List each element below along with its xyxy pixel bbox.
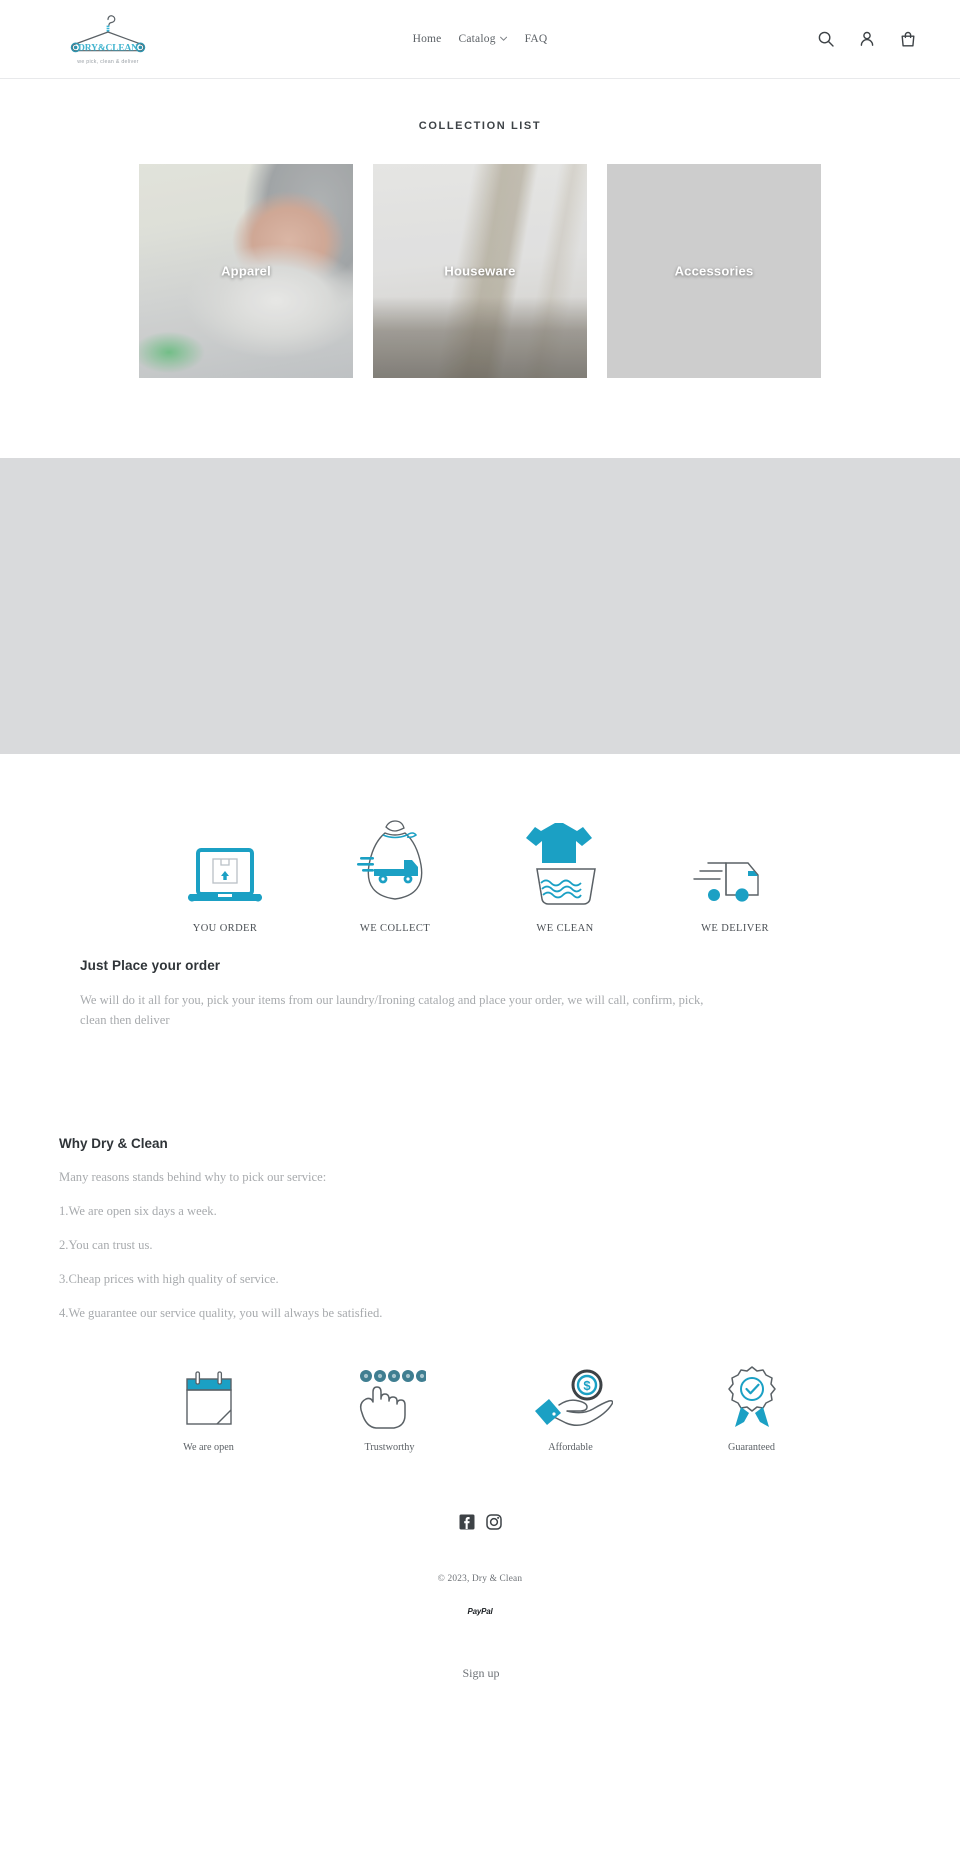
process-step-you-order: YOU ORDER: [159, 817, 291, 934]
page-root: DRY&CLEAN we pick, clean & deliver Home …: [0, 0, 960, 1686]
payment-methods: PayPal: [0, 1607, 960, 1616]
process-row: YOU ORDER WE COLLECT WE CLEAN WE DELIVER: [0, 817, 960, 934]
process-step-label: YOU ORDER: [192, 923, 258, 934]
why-reason-3: 3.Cheap prices with high quality of serv…: [59, 1271, 279, 1286]
logo-tagline: we pick, clean & deliver: [77, 58, 139, 65]
collection-card-apparel[interactable]: Apparel: [139, 164, 353, 378]
value-badges-section: We are open Trustworthy $ Affordable Gua…: [0, 1359, 960, 1453]
laptop-order-icon: [182, 817, 268, 913]
badge-label: We are open: [183, 1441, 234, 1453]
paypal-icon: PayPal: [467, 1606, 493, 1616]
process-step-we-clean: WE CLEAN: [499, 817, 631, 934]
header-icon-group: [816, 29, 936, 49]
nav-item-home[interactable]: Home: [413, 33, 442, 45]
collection-card-label: Accessories: [674, 263, 754, 279]
nav-item-catalog-label: Catalog: [458, 33, 496, 45]
process-step-label: WE CLEAN: [536, 923, 594, 934]
site-logo[interactable]: DRY&CLEAN we pick, clean & deliver: [48, 14, 168, 65]
nav-item-faq-label: FAQ: [524, 33, 548, 45]
nav-item-home-label: Home: [412, 33, 442, 45]
logo-brand-text: DRY&CLEAN: [78, 43, 138, 53]
process-step-we-collect: WE COLLECT: [329, 817, 461, 934]
cart-icon[interactable]: [898, 29, 918, 49]
badge-label: Trustworthy: [364, 1441, 415, 1453]
chevron-down-icon: [500, 36, 508, 41]
facebook-icon[interactable]: [458, 1513, 476, 1531]
order-block-heading: Just Place your order: [80, 958, 221, 973]
collection-card-houseware[interactable]: Houseware: [373, 164, 587, 378]
why-reason-2: 2.You can trust us.: [59, 1237, 153, 1252]
process-step-label: WE DELIVER: [701, 923, 769, 934]
hand-five-stars-icon: [354, 1359, 426, 1433]
nav-item-faq[interactable]: FAQ: [525, 33, 548, 45]
media-placeholder-band: [0, 458, 960, 754]
site-footer: © 2023, Dry & Clean PayPal Sign up: [0, 1513, 960, 1686]
svg-text:$: $: [583, 1378, 591, 1393]
signup-strip: Sign up: [0, 1664, 960, 1680]
copyright-text: © 2023, Dry & Clean: [437, 1573, 523, 1584]
account-icon[interactable]: [857, 29, 877, 49]
site-header: DRY&CLEAN we pick, clean & deliver Home …: [0, 0, 960, 79]
social-links: [0, 1513, 960, 1531]
badge-label: Guaranteed: [728, 1441, 775, 1453]
badge-guaranteed: Guaranteed: [682, 1359, 822, 1453]
main-navigation: Home Catalog FAQ: [413, 33, 548, 45]
collection-card-label: Houseware: [444, 263, 516, 279]
badge-row: We are open Trustworthy $ Affordable Gua…: [0, 1359, 960, 1453]
why-section: Why Dry & Clean Many reasons stands behi…: [0, 1136, 960, 1321]
nav-item-catalog[interactable]: Catalog: [458, 33, 508, 45]
badge-we-are-open: We are open: [139, 1359, 279, 1453]
badge-affordable: $ Affordable: [501, 1359, 641, 1453]
signup-label[interactable]: Sign up: [462, 1666, 499, 1680]
collection-grid: Apparel Houseware Accessories: [0, 164, 960, 378]
delivery-truck-icon: [690, 817, 780, 913]
process-step-label: WE COLLECT: [359, 923, 431, 934]
page-title: COLLECTION LIST: [418, 120, 542, 132]
shirt-in-washbasin-icon: [519, 817, 611, 913]
collection-card-label: Apparel: [221, 263, 271, 279]
laundry-bag-truck-icon: [352, 817, 438, 913]
process-step-we-deliver: WE DELIVER: [669, 817, 801, 934]
clothes-hanger-icon: DRY&CLEAN: [70, 14, 146, 53]
why-heading: Why Dry & Clean: [59, 1135, 168, 1151]
badge-label: Affordable: [548, 1441, 593, 1453]
why-intro: Many reasons stands behind why to pick o…: [59, 1169, 327, 1184]
why-reason-4: 4.We guarantee our service quality, you …: [59, 1305, 383, 1320]
award-ribbon-check-icon: [721, 1359, 783, 1433]
process-steps-section: YOU ORDER WE COLLECT WE CLEAN WE DELIVER: [0, 754, 960, 934]
collection-list-section: COLLECTION LIST Apparel Houseware Access…: [0, 79, 960, 378]
badge-trustworthy: Trustworthy: [320, 1359, 460, 1453]
instagram-icon[interactable]: [485, 1513, 503, 1531]
why-reason-1: 1.We are open six days a week.: [59, 1203, 217, 1218]
order-block-paragraph: We will do it all for you, pick your ite…: [80, 993, 704, 1028]
hand-with-dollar-coin-icon: $: [529, 1359, 613, 1433]
collection-card-accessories[interactable]: Accessories: [607, 164, 821, 378]
order-text-block: Just Place your order We will do it all …: [0, 958, 960, 1031]
search-icon[interactable]: [816, 29, 836, 49]
calendar-icon: [179, 1359, 239, 1433]
